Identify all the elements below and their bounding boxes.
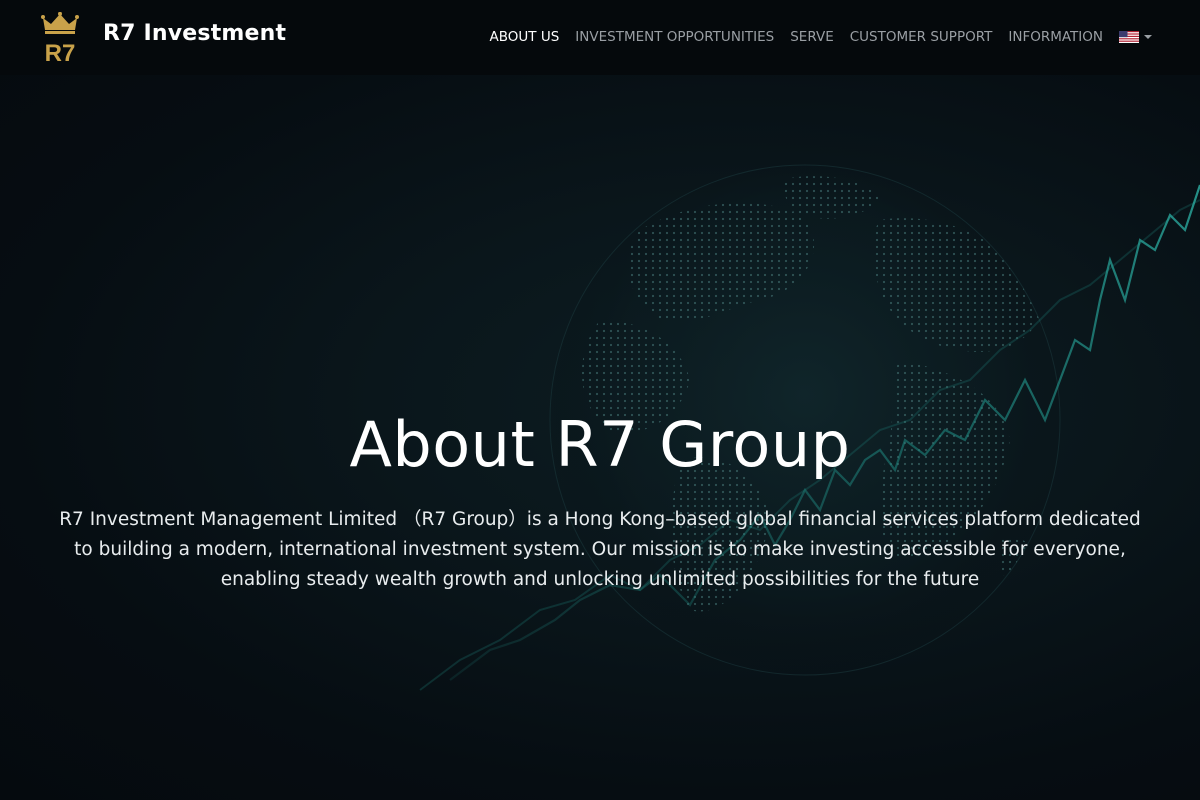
page: R7 R7 Investment ABOUT US INVESTMENT OPP… (0, 0, 1200, 800)
nav-item-information[interactable]: INFORMATION (1008, 29, 1103, 45)
language-selector[interactable] (1119, 31, 1152, 43)
top-navbar: R7 R7 Investment ABOUT US INVESTMENT OPP… (0, 0, 1200, 75)
main-nav: ABOUT US INVESTMENT OPPORTUNITIES SERVE … (474, 29, 1152, 45)
page-title: About R7 Group (349, 408, 851, 481)
nav-item-about-us[interactable]: ABOUT US (490, 29, 560, 45)
us-flag-icon (1119, 31, 1139, 43)
nav-item-investment-opportunities[interactable]: INVESTMENT OPPORTUNITIES (575, 29, 774, 45)
chevron-down-icon (1144, 35, 1152, 39)
nav-item-customer-support[interactable]: CUSTOMER SUPPORT (850, 29, 993, 45)
brand-name[interactable]: R7 Investment (103, 21, 286, 46)
background-globe-chart-art (419, 164, 1200, 691)
nav-item-serve[interactable]: SERVE (790, 29, 834, 45)
r7-crown-logo[interactable]: R7 (40, 12, 80, 64)
hero-description: R7 Investment Management Limited （R7 Gro… (59, 509, 1141, 590)
svg-text:R7: R7 (45, 40, 76, 64)
